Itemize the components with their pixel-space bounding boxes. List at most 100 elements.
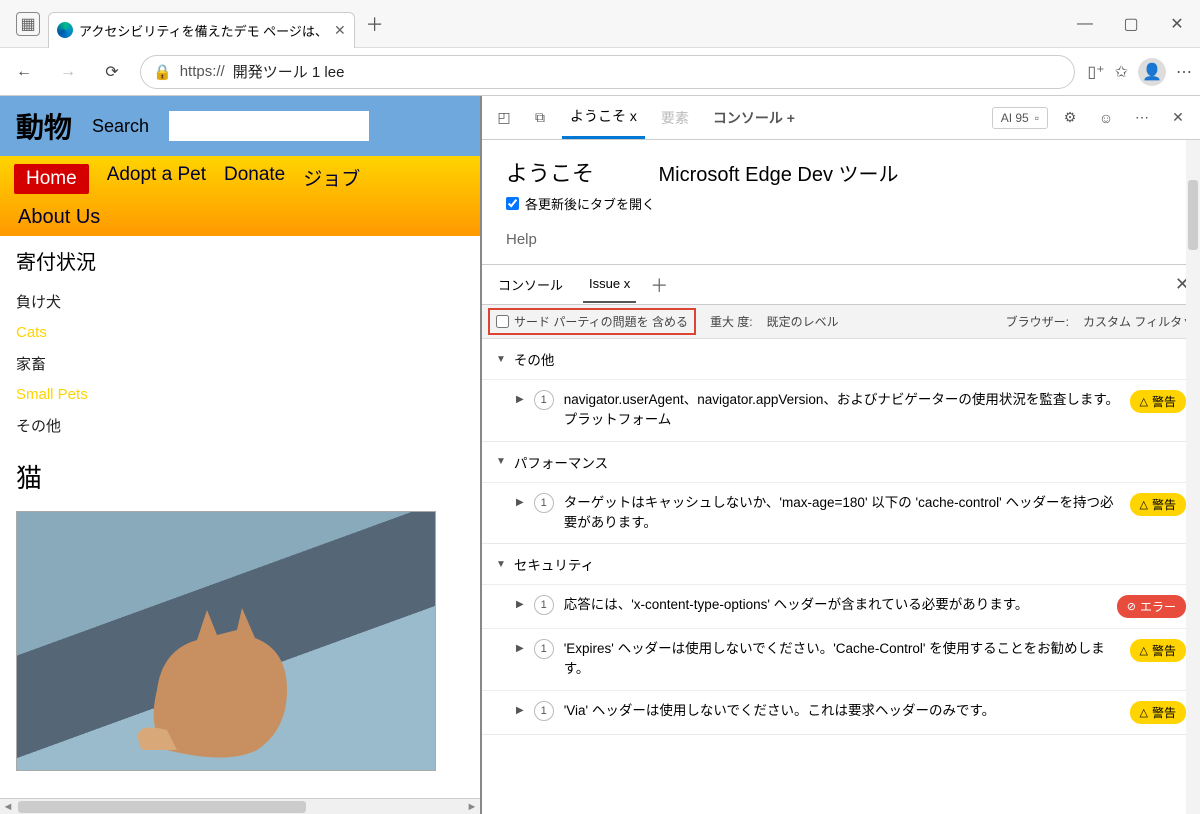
drawer-tab-issue[interactable]: Issue x bbox=[583, 266, 636, 303]
horizontal-scrollbar[interactable]: ◄ ► bbox=[0, 798, 480, 814]
issue-row[interactable]: ▶ 1 navigator.userAgent、navigator.appVersi… bbox=[482, 379, 1200, 441]
issue-row[interactable]: ▶1'Via' ヘッダーは使用しないでください。これは要求ヘッダーのみです。△警… bbox=[482, 690, 1200, 734]
issue-group-name: セキュリティ bbox=[514, 554, 594, 574]
issue-count: 1 bbox=[534, 493, 554, 513]
severity-badge: △警告 bbox=[1130, 493, 1186, 516]
open-tab-checkbox-label[interactable]: 各更新後にタブを開く bbox=[506, 194, 1176, 213]
new-tab-button[interactable]: ＋ bbox=[359, 8, 391, 40]
help-link[interactable]: Help bbox=[506, 231, 1176, 248]
pet-list-item[interactable]: Small Pets bbox=[16, 380, 464, 409]
nav-about[interactable]: About Us bbox=[0, 202, 480, 233]
scroll-thumb[interactable] bbox=[18, 801, 306, 813]
window-controls: — ▢ ✕ bbox=[1062, 0, 1200, 48]
ai-badge[interactable]: AI 95▫ bbox=[992, 107, 1048, 129]
browser-toolbar: ← → ⟳ 🔒 https:// 開発ツール 1 lee ▯⁺ ✩ 👤 ⋯ bbox=[0, 48, 1200, 96]
devtools-panel: ◰ ⧉ ようこそ x 要素 コンソール + AI 95▫ ⚙ ☺ ⋯ ✕ ようこ… bbox=[480, 96, 1200, 814]
severity-badge: △警告 bbox=[1130, 701, 1186, 724]
page-title: 動物 bbox=[16, 106, 72, 146]
pet-list: 負け犬Cats家畜Small Petsその他 bbox=[0, 285, 480, 442]
severity-badge: △警告 bbox=[1130, 639, 1186, 662]
issue-row[interactable]: ▶ 1 'Expires' ヘッダーは使用しないでください。'Cache-Contr… bbox=[482, 628, 1200, 690]
pet-list-item[interactable]: 負け犬 bbox=[16, 285, 464, 318]
scroll-left-icon[interactable]: ◄ bbox=[0, 799, 16, 814]
chevron-down-icon[interactable]: ▼ bbox=[496, 354, 506, 365]
profile-avatar[interactable]: 👤 bbox=[1138, 58, 1166, 86]
reading-mode-icon[interactable]: ▯⁺ bbox=[1087, 62, 1104, 82]
nav-item[interactable]: ジョブ bbox=[303, 164, 360, 194]
issue-count: 1 bbox=[534, 639, 554, 659]
tab-actions-icon[interactable]: ▦ bbox=[16, 12, 40, 36]
device-icon[interactable]: ⧉ bbox=[526, 104, 554, 132]
third-party-checkbox[interactable] bbox=[496, 315, 509, 328]
pet-list-item[interactable]: その他 bbox=[16, 409, 464, 442]
cats-heading: 猫 bbox=[0, 442, 480, 511]
severity-label: 重大 度: bbox=[710, 313, 753, 330]
tab-welcome[interactable]: ようこそ x bbox=[562, 96, 645, 139]
issue-count: 1 bbox=[534, 390, 554, 410]
browser-tab[interactable]: アクセシビリティを備えたデモ ページは、 ✕ bbox=[48, 12, 355, 48]
chevron-down-icon[interactable]: ▼ bbox=[496, 559, 506, 570]
devtools-close-icon[interactable]: ✕ bbox=[1164, 104, 1192, 132]
issue-text: navigator.userAgent、navigator.appVersion… bbox=[564, 390, 1120, 431]
drawer-tabs: コンソール Issue x ＋ ✕ bbox=[482, 265, 1200, 305]
cat-image bbox=[16, 511, 436, 771]
severity-value[interactable]: 既定のレベル bbox=[767, 313, 839, 330]
issue-group-header[interactable]: ▼ パフォーマンス bbox=[482, 442, 1200, 482]
devtools-drawer: コンソール Issue x ＋ ✕ サード パーティの問題を 含める 重大 度:… bbox=[482, 264, 1200, 814]
chevron-right-icon[interactable]: ▶ bbox=[516, 394, 524, 405]
page-header: 動物 Search bbox=[0, 96, 480, 156]
nav-item[interactable]: Donate bbox=[224, 164, 285, 194]
issue-row[interactable]: ▶1応答には、'x-content-type-options' ヘッダーが含まれ… bbox=[482, 584, 1200, 628]
issues-list: ▼ その他 ▶ 1 navigator.userAgent、navigator.appV… bbox=[482, 339, 1200, 814]
back-button[interactable]: ← bbox=[8, 56, 40, 88]
more-menu-icon[interactable]: ⋯ bbox=[1176, 62, 1192, 82]
url-text: 開発ツール 1 lee bbox=[233, 61, 345, 82]
main-nav: Home Adopt a Pet Donate ジョブ About Us bbox=[0, 156, 480, 236]
issue-group-header[interactable]: ▼ その他 bbox=[482, 339, 1200, 379]
issue-row[interactable]: ▶1ターゲットはキャッシュしないか、'max-age=180' 以下の 'cac… bbox=[482, 482, 1200, 544]
refresh-button[interactable]: ⟳ bbox=[96, 56, 128, 88]
search-label: Search bbox=[92, 116, 149, 137]
nav-item[interactable]: Adopt a Pet bbox=[107, 164, 206, 194]
drawer-tab-console[interactable]: コンソール bbox=[492, 265, 569, 304]
scroll-right-icon[interactable]: ► bbox=[464, 799, 480, 814]
tab-console[interactable]: コンソール + bbox=[705, 98, 803, 138]
favorites-icon[interactable]: ✩ bbox=[1115, 62, 1128, 82]
issue-text: 'Expires' ヘッダーは使用しないでください。'Cache-Control… bbox=[564, 639, 1120, 680]
chevron-right-icon[interactable]: ▶ bbox=[516, 643, 524, 654]
devtools-tabs: ◰ ⧉ ようこそ x 要素 コンソール + AI 95▫ ⚙ ☺ ⋯ ✕ bbox=[482, 96, 1200, 140]
chevron-down-icon[interactable]: ▼ bbox=[496, 456, 506, 467]
issue-group-header[interactable]: ▼ セキュリティ bbox=[482, 544, 1200, 584]
issues-filter-bar: サード パーティの問題を 含める 重大 度: 既定のレベル ブラウザー: カスタ… bbox=[482, 305, 1200, 339]
nav-item[interactable]: Home bbox=[14, 164, 89, 194]
welcome-subtitle: Microsoft Edge Dev ツール bbox=[658, 164, 898, 186]
search-input[interactable] bbox=[169, 111, 369, 141]
address-bar[interactable]: 🔒 https:// 開発ツール 1 lee bbox=[140, 55, 1075, 89]
settings-icon[interactable]: ⚙ bbox=[1056, 104, 1084, 132]
devtools-more-icon[interactable]: ⋯ bbox=[1128, 104, 1156, 132]
inspect-icon[interactable]: ◰ bbox=[490, 104, 518, 132]
pet-list-item[interactable]: 家畜 bbox=[16, 347, 464, 380]
maximize-button[interactable]: ▢ bbox=[1108, 0, 1154, 48]
issue-group-name: パフォーマンス bbox=[514, 452, 608, 472]
chevron-right-icon[interactable]: ▶ bbox=[516, 705, 524, 716]
section-donation-status: 寄付状況 bbox=[0, 236, 480, 285]
tab-elements[interactable]: 要素 bbox=[653, 98, 697, 138]
drawer-add-tab[interactable]: ＋ bbox=[650, 272, 668, 298]
feedback-icon[interactable]: ☺ bbox=[1092, 104, 1120, 132]
close-tab-icon[interactable]: ✕ bbox=[334, 22, 346, 39]
chevron-right-icon[interactable]: ▶ bbox=[516, 599, 524, 610]
minimize-button[interactable]: — bbox=[1062, 0, 1108, 48]
third-party-filter[interactable]: サード パーティの問題を 含める bbox=[488, 308, 696, 335]
severity-badge: ⊘エラー bbox=[1117, 595, 1186, 618]
close-window-button[interactable]: ✕ bbox=[1154, 0, 1200, 48]
browser-filter-value[interactable]: カスタム フィルタ▼ bbox=[1083, 313, 1194, 330]
window-titlebar: ▦ アクセシビリティを備えたデモ ページは、 ✕ ＋ — ▢ ✕ bbox=[0, 0, 1200, 48]
devtools-vscroll[interactable] bbox=[1186, 140, 1200, 814]
open-tab-checkbox[interactable] bbox=[506, 197, 519, 210]
issue-count: 1 bbox=[534, 595, 554, 615]
pet-list-item[interactable]: Cats bbox=[16, 318, 464, 347]
issue-group-name: その他 bbox=[514, 349, 555, 369]
chevron-right-icon[interactable]: ▶ bbox=[516, 497, 524, 508]
forward-button: → bbox=[52, 56, 84, 88]
